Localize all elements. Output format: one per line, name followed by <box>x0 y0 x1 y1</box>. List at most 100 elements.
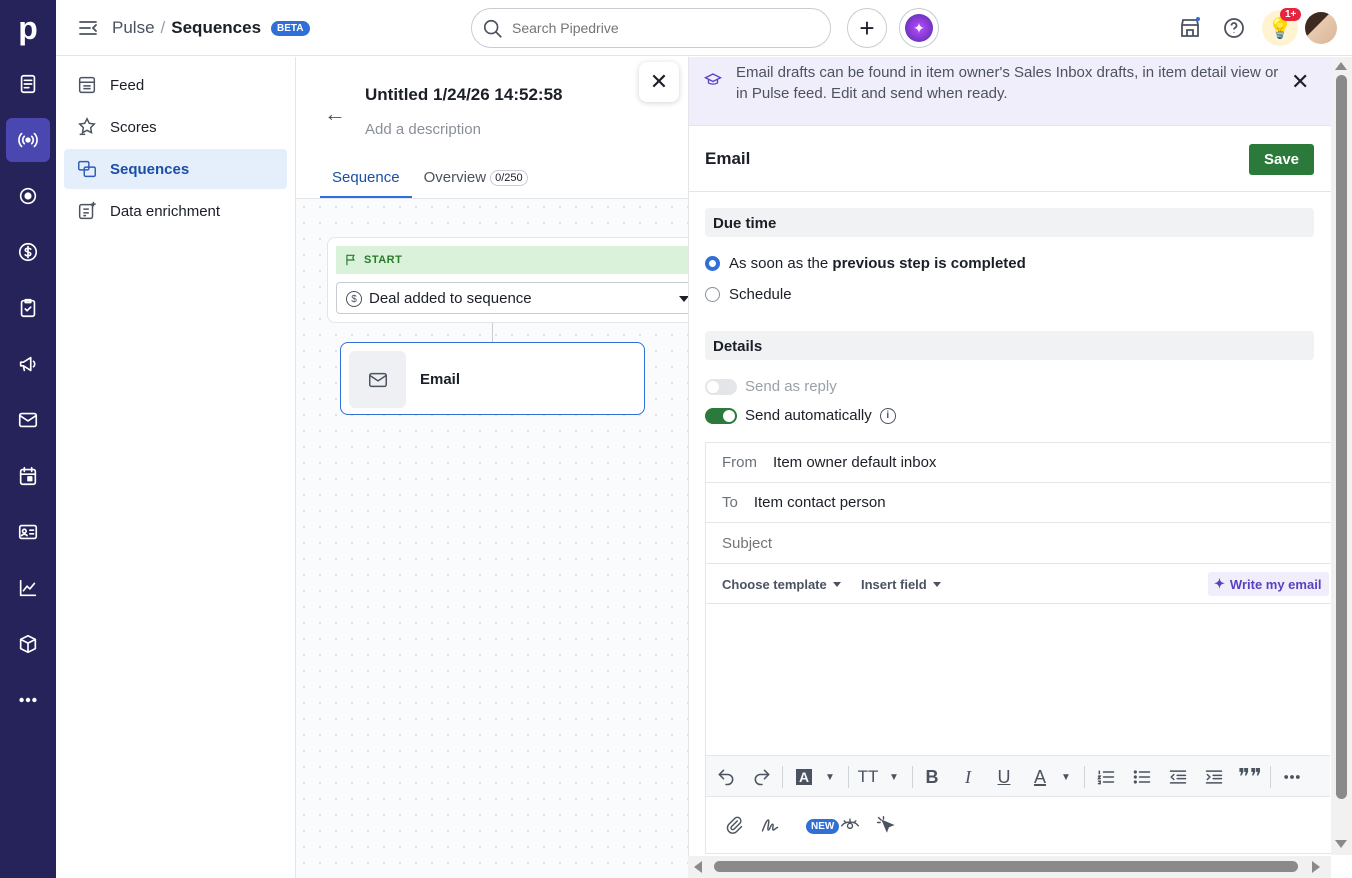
chevron-down-icon[interactable]: ▼ <box>1054 765 1078 789</box>
ai-assistant-button[interactable]: ✦ <box>899 8 939 48</box>
leads-icon[interactable] <box>6 62 50 106</box>
italic-icon[interactable]: I <box>956 765 980 789</box>
search-input[interactable] <box>512 20 812 36</box>
subnav-item-feed[interactable]: Feed <box>64 65 287 105</box>
attachment-icon[interactable] <box>722 813 746 837</box>
undo-icon[interactable] <box>714 765 738 789</box>
write-my-email-button[interactable]: ✦ Write my email <box>1208 572 1330 596</box>
description-field[interactable]: Add a description <box>365 121 481 138</box>
subnav-item-sequences[interactable]: Sequences <box>64 149 287 189</box>
mail-icon[interactable] <box>6 398 50 442</box>
click-tracking-icon[interactable] <box>874 813 898 837</box>
trigger-select[interactable]: $ Deal added to sequence <box>336 282 706 314</box>
bullet-list-icon[interactable] <box>1130 765 1154 789</box>
horizontal-scrollbar[interactable] <box>688 856 1331 878</box>
chevron-down-icon[interactable]: ▼ <box>818 765 842 789</box>
text-highlight-icon[interactable]: A <box>792 765 816 789</box>
calendar-icon[interactable] <box>6 454 50 498</box>
toggle-switch-off[interactable] <box>705 378 737 395</box>
scrollbar-thumb[interactable] <box>1336 75 1347 799</box>
write-my-email-label: Write my email <box>1229 576 1322 592</box>
marketplace-icon[interactable] <box>1178 16 1202 40</box>
email-step-node[interactable]: Email <box>340 342 645 415</box>
insert-field-dropdown[interactable]: Insert field <box>861 577 941 592</box>
products-icon[interactable] <box>6 622 50 666</box>
scroll-up-arrow-icon[interactable] <box>1335 62 1347 70</box>
radio-unchecked[interactable] <box>705 287 720 302</box>
from-row[interactable]: From Item owner default inbox <box>706 443 1352 483</box>
start-label: START <box>364 254 403 266</box>
subnav-item-scores[interactable]: Scores <box>64 107 287 147</box>
close-panel-button[interactable]: ✕ <box>639 62 679 102</box>
vertical-scrollbar[interactable] <box>1331 57 1352 855</box>
scrollbar-thumb[interactable] <box>714 861 1298 872</box>
from-value[interactable]: Item owner default inbox <box>773 454 936 471</box>
text-color-icon[interactable]: A <box>1028 765 1052 789</box>
caret-down-icon <box>932 582 941 587</box>
redo-icon[interactable] <box>750 765 774 789</box>
dropdown-label: Choose template <box>722 577 827 592</box>
formatting-toolbar: A ▼ TT ▼ B I U A ▼ ❞❞ <box>706 755 1330 797</box>
send-as-reply-toggle[interactable]: Send as reply <box>705 378 837 395</box>
info-icon[interactable]: i <box>879 407 896 424</box>
email-body-editor[interactable] <box>706 604 1352 755</box>
radio-asap-bold: previous step is completed <box>832 255 1026 272</box>
target-icon[interactable] <box>6 174 50 218</box>
numbered-list-icon[interactable] <box>1094 765 1118 789</box>
campaigns-icon[interactable] <box>6 342 50 386</box>
logo-letter: p <box>18 9 38 46</box>
to-row[interactable]: To Item contact person <box>706 483 1352 523</box>
avatar[interactable] <box>1305 12 1337 44</box>
more-options-icon[interactable] <box>1280 765 1304 789</box>
signature-icon[interactable] <box>758 813 782 837</box>
tracking-eye-icon[interactable] <box>838 813 862 837</box>
help-icon[interactable] <box>1222 16 1246 40</box>
top-bar: Pulse / Sequences BETA + ✦ 💡 1+ <box>56 0 1352 56</box>
quick-add-button[interactable]: + <box>847 8 887 48</box>
radio-asap-prefix: As soon as the <box>729 255 833 272</box>
radio-asap[interactable]: As soon as the previous step is complete… <box>705 255 1026 272</box>
pulse-icon[interactable] <box>6 118 50 162</box>
graduation-cap-icon <box>704 73 722 85</box>
subnav-item-label: Data enrichment <box>110 202 221 220</box>
scroll-right-arrow-icon[interactable] <box>1312 861 1320 873</box>
quote-icon[interactable]: ❞❞ <box>1238 764 1262 789</box>
underline-icon[interactable]: U <box>992 765 1016 789</box>
radio-checked[interactable] <box>705 256 720 271</box>
deals-icon[interactable] <box>6 230 50 274</box>
pipedrive-logo[interactable]: p <box>0 0 56 56</box>
insights-icon[interactable] <box>6 566 50 610</box>
radio-schedule[interactable]: Schedule <box>705 286 792 303</box>
more-icon[interactable] <box>6 678 50 722</box>
send-automatically-toggle[interactable]: Send automatically i <box>705 407 896 424</box>
subnav-item-data-enrichment[interactable]: Data enrichment <box>64 191 287 231</box>
collapse-menu-icon[interactable] <box>76 16 100 40</box>
dismiss-banner-icon[interactable]: ✕ <box>1291 69 1309 95</box>
global-search[interactable] <box>471 8 831 48</box>
scroll-down-arrow-icon[interactable] <box>1335 840 1347 848</box>
back-arrow-icon[interactable]: ← <box>324 101 346 127</box>
bold-icon[interactable]: B <box>920 765 944 789</box>
breadcrumb-parent[interactable]: Pulse <box>112 18 155 38</box>
sequence-canvas[interactable]: START $ Deal added to sequence Email <box>296 198 707 878</box>
tasks-icon[interactable] <box>6 286 50 330</box>
font-size-icon[interactable]: TT <box>856 765 880 789</box>
subject-input[interactable] <box>722 534 1242 552</box>
indent-icon[interactable] <box>1202 765 1226 789</box>
pulse-subnav: Feed Scores Sequences Data enrichment <box>56 57 296 878</box>
tab-overview[interactable]: Overview 0/250 <box>412 165 540 198</box>
contacts-icon[interactable] <box>6 510 50 554</box>
tab-sequence[interactable]: Sequence <box>320 165 412 198</box>
subject-row[interactable] <box>706 523 1352 564</box>
outdent-icon[interactable] <box>1166 765 1190 789</box>
page-title[interactable]: Untitled 1/24/26 14:52:58 <box>365 85 562 105</box>
toolbar-divider <box>848 766 849 788</box>
dropdown-label: Insert field <box>861 577 927 592</box>
chevron-down-icon[interactable]: ▼ <box>882 765 906 789</box>
toggle-switch-on[interactable] <box>705 407 737 424</box>
scroll-left-arrow-icon[interactable] <box>694 861 702 873</box>
to-value[interactable]: Item contact person <box>754 494 886 511</box>
choose-template-dropdown[interactable]: Choose template <box>722 577 841 592</box>
start-header: START <box>336 246 706 274</box>
save-button[interactable]: Save <box>1249 144 1314 175</box>
